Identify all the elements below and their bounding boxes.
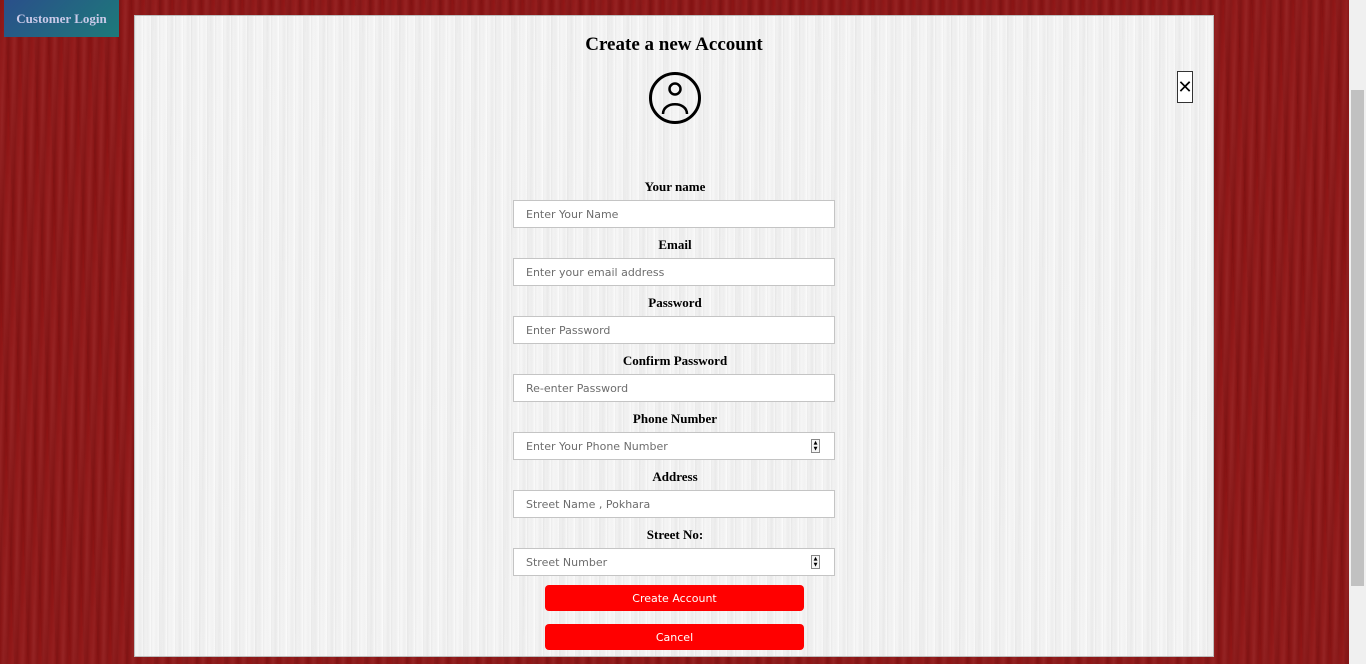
phone-input-wrapper: ▲▼	[513, 432, 835, 460]
modal-title: Create a new Account	[585, 34, 763, 55]
street-no-input-wrapper: ▲▼	[513, 548, 835, 576]
create-account-modal: Create a new Account ✕ Your name Email P…	[134, 15, 1214, 657]
confirm-password-input-wrapper	[513, 374, 835, 402]
email-input-wrapper	[513, 258, 835, 286]
address-input-wrapper	[513, 490, 835, 518]
name-field-label: Your name	[644, 179, 706, 194]
user-circle-icon	[649, 72, 701, 124]
phone-spinner-icon[interactable]: ▲ ▼	[811, 439, 820, 453]
page-scrollbar[interactable]	[1349, 0, 1366, 664]
phone-field-label: Phone Number	[632, 411, 718, 426]
street-no-input[interactable]	[514, 549, 816, 575]
password-field-label: Password	[648, 295, 702, 310]
email-input[interactable]	[514, 259, 816, 285]
cancel-button[interactable]: Cancel	[545, 624, 804, 650]
street-no-field-label: Street No:	[646, 527, 704, 542]
name-input-wrapper	[513, 200, 835, 228]
address-input[interactable]	[514, 491, 816, 517]
create-account-button[interactable]: Create Account	[545, 585, 804, 611]
email-field-label: Email	[658, 237, 692, 252]
scrollbar-thumb[interactable]	[1351, 90, 1364, 586]
customer-login-tab[interactable]: Customer Login	[4, 0, 119, 37]
close-button[interactable]: ✕	[1177, 71, 1193, 103]
street-no-spinner-icon[interactable]: ▲ ▼	[811, 555, 820, 569]
password-input-wrapper	[513, 316, 835, 344]
phone-input[interactable]	[514, 433, 816, 459]
password-input[interactable]	[514, 317, 816, 343]
confirm-password-input[interactable]	[514, 375, 816, 401]
signup-form: Your name Email Password Confirm Passwor…	[513, 179, 837, 585]
confirm-password-field-label: Confirm Password	[622, 353, 728, 368]
address-field-label: Address	[652, 469, 698, 484]
name-input[interactable]	[514, 201, 816, 227]
close-icon: ✕	[1177, 76, 1193, 98]
